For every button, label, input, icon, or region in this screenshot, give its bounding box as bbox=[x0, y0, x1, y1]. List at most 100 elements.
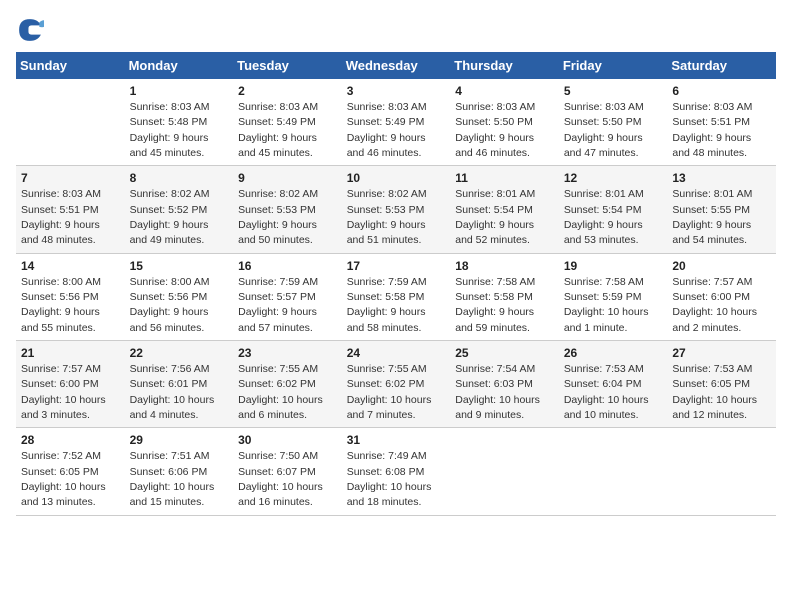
day-info: Sunrise: 7:57 AM Sunset: 6:00 PM Dayligh… bbox=[672, 276, 757, 334]
calendar-cell: 12Sunrise: 8:01 AM Sunset: 5:54 PM Dayli… bbox=[559, 166, 668, 253]
day-number: 3 bbox=[347, 83, 446, 100]
column-header-sunday: Sunday bbox=[16, 52, 125, 79]
day-info: Sunrise: 7:55 AM Sunset: 6:02 PM Dayligh… bbox=[347, 363, 432, 421]
day-info: Sunrise: 7:57 AM Sunset: 6:00 PM Dayligh… bbox=[21, 363, 106, 421]
day-info: Sunrise: 8:03 AM Sunset: 5:50 PM Dayligh… bbox=[564, 101, 644, 159]
calendar-cell bbox=[16, 79, 125, 166]
calendar-cell: 1Sunrise: 8:03 AM Sunset: 5:48 PM Daylig… bbox=[125, 79, 234, 166]
logo-icon bbox=[16, 16, 44, 44]
day-info: Sunrise: 8:01 AM Sunset: 5:54 PM Dayligh… bbox=[564, 188, 644, 246]
day-number: 7 bbox=[21, 170, 120, 187]
day-number: 16 bbox=[238, 258, 337, 275]
calendar-cell: 13Sunrise: 8:01 AM Sunset: 5:55 PM Dayli… bbox=[667, 166, 776, 253]
calendar-cell: 10Sunrise: 8:02 AM Sunset: 5:53 PM Dayli… bbox=[342, 166, 451, 253]
day-info: Sunrise: 8:03 AM Sunset: 5:49 PM Dayligh… bbox=[238, 101, 318, 159]
calendar-week-row: 1Sunrise: 8:03 AM Sunset: 5:48 PM Daylig… bbox=[16, 79, 776, 166]
calendar-header-row: SundayMondayTuesdayWednesdayThursdayFrid… bbox=[16, 52, 776, 79]
calendar-cell: 15Sunrise: 8:00 AM Sunset: 5:56 PM Dayli… bbox=[125, 253, 234, 340]
day-info: Sunrise: 8:00 AM Sunset: 5:56 PM Dayligh… bbox=[21, 276, 101, 334]
day-number: 5 bbox=[564, 83, 663, 100]
day-number: 17 bbox=[347, 258, 446, 275]
calendar-cell: 25Sunrise: 7:54 AM Sunset: 6:03 PM Dayli… bbox=[450, 341, 559, 428]
calendar-cell bbox=[667, 428, 776, 515]
day-info: Sunrise: 7:55 AM Sunset: 6:02 PM Dayligh… bbox=[238, 363, 323, 421]
day-info: Sunrise: 8:03 AM Sunset: 5:49 PM Dayligh… bbox=[347, 101, 427, 159]
calendar-cell: 27Sunrise: 7:53 AM Sunset: 6:05 PM Dayli… bbox=[667, 341, 776, 428]
calendar-cell: 31Sunrise: 7:49 AM Sunset: 6:08 PM Dayli… bbox=[342, 428, 451, 515]
calendar-cell: 18Sunrise: 7:58 AM Sunset: 5:58 PM Dayli… bbox=[450, 253, 559, 340]
calendar-cell: 2Sunrise: 8:03 AM Sunset: 5:49 PM Daylig… bbox=[233, 79, 342, 166]
calendar-cell: 3Sunrise: 8:03 AM Sunset: 5:49 PM Daylig… bbox=[342, 79, 451, 166]
calendar-cell: 26Sunrise: 7:53 AM Sunset: 6:04 PM Dayli… bbox=[559, 341, 668, 428]
day-number: 2 bbox=[238, 83, 337, 100]
day-info: Sunrise: 7:56 AM Sunset: 6:01 PM Dayligh… bbox=[130, 363, 215, 421]
calendar-cell: 11Sunrise: 8:01 AM Sunset: 5:54 PM Dayli… bbox=[450, 166, 559, 253]
day-number: 23 bbox=[238, 345, 337, 362]
day-info: Sunrise: 8:03 AM Sunset: 5:51 PM Dayligh… bbox=[21, 188, 101, 246]
day-info: Sunrise: 7:53 AM Sunset: 6:04 PM Dayligh… bbox=[564, 363, 649, 421]
calendar-cell: 16Sunrise: 7:59 AM Sunset: 5:57 PM Dayli… bbox=[233, 253, 342, 340]
calendar-cell: 17Sunrise: 7:59 AM Sunset: 5:58 PM Dayli… bbox=[342, 253, 451, 340]
day-number: 25 bbox=[455, 345, 554, 362]
day-info: Sunrise: 8:02 AM Sunset: 5:53 PM Dayligh… bbox=[238, 188, 318, 246]
day-info: Sunrise: 8:01 AM Sunset: 5:55 PM Dayligh… bbox=[672, 188, 752, 246]
day-number: 6 bbox=[672, 83, 771, 100]
day-number: 24 bbox=[347, 345, 446, 362]
day-info: Sunrise: 7:50 AM Sunset: 6:07 PM Dayligh… bbox=[238, 450, 323, 508]
calendar-cell: 9Sunrise: 8:02 AM Sunset: 5:53 PM Daylig… bbox=[233, 166, 342, 253]
calendar-cell: 14Sunrise: 8:00 AM Sunset: 5:56 PM Dayli… bbox=[16, 253, 125, 340]
calendar-cell: 4Sunrise: 8:03 AM Sunset: 5:50 PM Daylig… bbox=[450, 79, 559, 166]
calendar-cell: 29Sunrise: 7:51 AM Sunset: 6:06 PM Dayli… bbox=[125, 428, 234, 515]
day-number: 28 bbox=[21, 432, 120, 449]
day-info: Sunrise: 7:58 AM Sunset: 5:59 PM Dayligh… bbox=[564, 276, 649, 334]
day-info: Sunrise: 7:49 AM Sunset: 6:08 PM Dayligh… bbox=[347, 450, 432, 508]
day-number: 27 bbox=[672, 345, 771, 362]
day-number: 15 bbox=[130, 258, 229, 275]
day-info: Sunrise: 8:01 AM Sunset: 5:54 PM Dayligh… bbox=[455, 188, 535, 246]
day-number: 18 bbox=[455, 258, 554, 275]
day-number: 26 bbox=[564, 345, 663, 362]
day-info: Sunrise: 7:52 AM Sunset: 6:05 PM Dayligh… bbox=[21, 450, 106, 508]
calendar-cell: 21Sunrise: 7:57 AM Sunset: 6:00 PM Dayli… bbox=[16, 341, 125, 428]
day-info: Sunrise: 8:03 AM Sunset: 5:51 PM Dayligh… bbox=[672, 101, 752, 159]
page-header bbox=[16, 16, 776, 44]
calendar-table: SundayMondayTuesdayWednesdayThursdayFrid… bbox=[16, 52, 776, 516]
day-info: Sunrise: 7:59 AM Sunset: 5:58 PM Dayligh… bbox=[347, 276, 427, 334]
day-info: Sunrise: 7:54 AM Sunset: 6:03 PM Dayligh… bbox=[455, 363, 540, 421]
day-number: 9 bbox=[238, 170, 337, 187]
calendar-cell: 22Sunrise: 7:56 AM Sunset: 6:01 PM Dayli… bbox=[125, 341, 234, 428]
day-info: Sunrise: 8:02 AM Sunset: 5:52 PM Dayligh… bbox=[130, 188, 210, 246]
day-info: Sunrise: 7:51 AM Sunset: 6:06 PM Dayligh… bbox=[130, 450, 215, 508]
column-header-friday: Friday bbox=[559, 52, 668, 79]
day-number: 30 bbox=[238, 432, 337, 449]
calendar-cell: 6Sunrise: 8:03 AM Sunset: 5:51 PM Daylig… bbox=[667, 79, 776, 166]
day-number: 14 bbox=[21, 258, 120, 275]
calendar-cell: 24Sunrise: 7:55 AM Sunset: 6:02 PM Dayli… bbox=[342, 341, 451, 428]
column-header-wednesday: Wednesday bbox=[342, 52, 451, 79]
day-info: Sunrise: 8:03 AM Sunset: 5:50 PM Dayligh… bbox=[455, 101, 535, 159]
day-number: 13 bbox=[672, 170, 771, 187]
day-info: Sunrise: 7:58 AM Sunset: 5:58 PM Dayligh… bbox=[455, 276, 535, 334]
day-number: 4 bbox=[455, 83, 554, 100]
calendar-cell: 7Sunrise: 8:03 AM Sunset: 5:51 PM Daylig… bbox=[16, 166, 125, 253]
calendar-week-row: 21Sunrise: 7:57 AM Sunset: 6:00 PM Dayli… bbox=[16, 341, 776, 428]
calendar-cell: 30Sunrise: 7:50 AM Sunset: 6:07 PM Dayli… bbox=[233, 428, 342, 515]
logo bbox=[16, 16, 48, 44]
calendar-week-row: 14Sunrise: 8:00 AM Sunset: 5:56 PM Dayli… bbox=[16, 253, 776, 340]
calendar-cell bbox=[450, 428, 559, 515]
calendar-cell: 19Sunrise: 7:58 AM Sunset: 5:59 PM Dayli… bbox=[559, 253, 668, 340]
calendar-cell: 28Sunrise: 7:52 AM Sunset: 6:05 PM Dayli… bbox=[16, 428, 125, 515]
calendar-cell bbox=[559, 428, 668, 515]
day-info: Sunrise: 7:53 AM Sunset: 6:05 PM Dayligh… bbox=[672, 363, 757, 421]
day-number: 31 bbox=[347, 432, 446, 449]
day-info: Sunrise: 7:59 AM Sunset: 5:57 PM Dayligh… bbox=[238, 276, 318, 334]
calendar-week-row: 7Sunrise: 8:03 AM Sunset: 5:51 PM Daylig… bbox=[16, 166, 776, 253]
column-header-thursday: Thursday bbox=[450, 52, 559, 79]
day-number: 19 bbox=[564, 258, 663, 275]
day-info: Sunrise: 8:00 AM Sunset: 5:56 PM Dayligh… bbox=[130, 276, 210, 334]
day-number: 20 bbox=[672, 258, 771, 275]
day-number: 1 bbox=[130, 83, 229, 100]
day-number: 21 bbox=[21, 345, 120, 362]
day-number: 8 bbox=[130, 170, 229, 187]
calendar-cell: 23Sunrise: 7:55 AM Sunset: 6:02 PM Dayli… bbox=[233, 341, 342, 428]
